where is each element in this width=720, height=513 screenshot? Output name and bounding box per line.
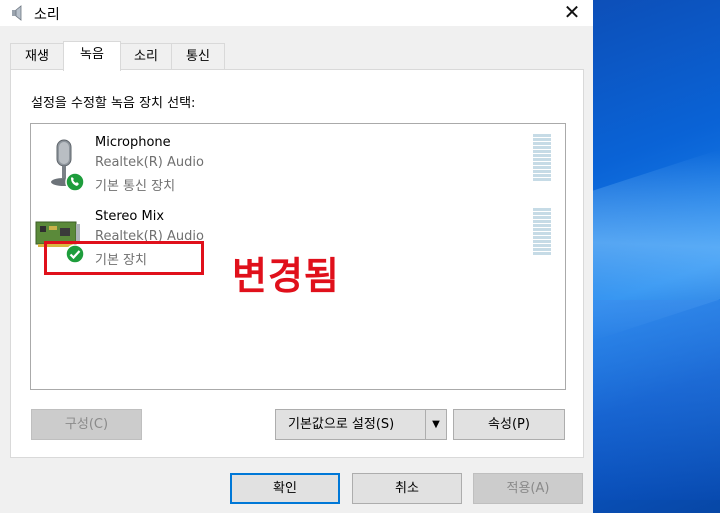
set-default-button[interactable]: 기본값으로 설정(S) ▼ — [275, 409, 447, 440]
tab-playback[interactable]: 재생 — [10, 43, 64, 70]
level-meter — [533, 134, 551, 182]
level-meter — [533, 208, 551, 256]
tab-recording[interactable]: 녹음 — [63, 41, 121, 71]
window-title: 소리 — [34, 7, 60, 23]
instruction-label: 설정을 수정할 녹음 장치 선택: — [31, 96, 196, 111]
annotation-label: 변경됨 — [232, 254, 340, 298]
device-name: Microphone — [95, 135, 171, 150]
cancel-button[interactable]: 취소 — [352, 473, 462, 504]
phone-badge-icon — [65, 172, 85, 196]
set-default-label: 기본값으로 설정(S) — [288, 417, 395, 432]
chevron-down-icon[interactable]: ▼ — [425, 410, 446, 439]
tab-sounds[interactable]: 소리 — [120, 43, 172, 70]
title-bar[interactable]: 소리 ✕ — [0, 0, 593, 26]
desktop-background — [593, 0, 720, 513]
list-item-microphone[interactable]: Microphone Realtek(R) Audio 기본 통신 장치 — [31, 130, 565, 204]
apply-button[interactable]: 적용(A) — [473, 473, 583, 504]
device-status: 기본 통신 장치 — [95, 179, 176, 194]
device-driver: Realtek(R) Audio — [95, 155, 204, 170]
device-name: Stereo Mix — [95, 209, 165, 224]
close-icon: ✕ — [563, 0, 581, 24]
speaker-icon — [10, 5, 26, 21]
properties-button[interactable]: 속성(P) — [453, 409, 565, 440]
highlight-box — [44, 241, 204, 275]
close-button[interactable]: ✕ — [552, 0, 592, 26]
ok-button[interactable]: 확인 — [230, 473, 340, 504]
tab-communications[interactable]: 통신 — [171, 43, 225, 70]
configure-button[interactable]: 구성(C) — [31, 409, 142, 440]
